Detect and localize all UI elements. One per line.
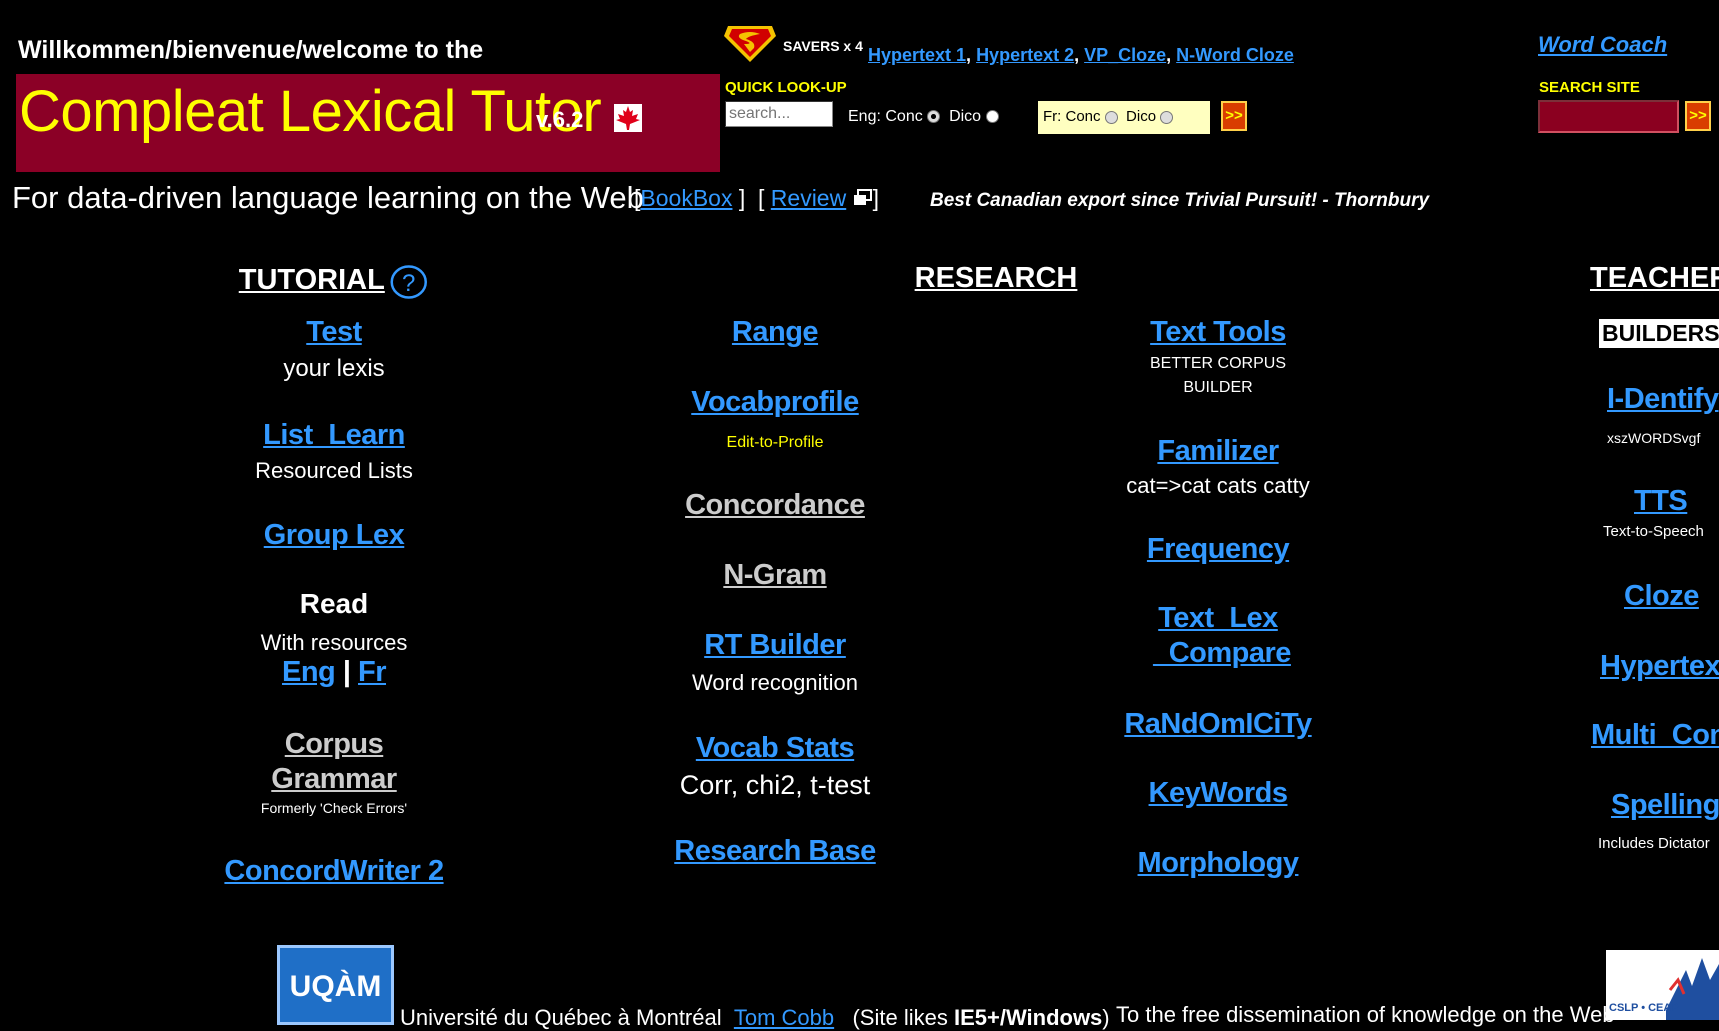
site-likes-browser: IE5+/Windows — [953, 1005, 1103, 1030]
keywords-link[interactable]: KeyWords — [1149, 777, 1288, 810]
version-label: v.6.2 — [536, 107, 584, 132]
fr-conc-label: Fr: Conc — [1043, 108, 1101, 125]
welcome-text: Willkommen/bienvenue/welcome to the — [18, 36, 484, 64]
english-options: Eng: Conc Dico — [848, 108, 999, 126]
edit-to-profile-link[interactable]: Edit-to-Profile — [727, 434, 824, 452]
uqam-logo[interactable]: UQÀM — [277, 945, 394, 1025]
randomicity-link[interactable]: RaNdOmICiTy — [1124, 708, 1312, 741]
n-word-cloze-link[interactable]: N-Word Cloze — [1176, 45, 1294, 65]
grammar-link[interactable]: Grammar — [271, 763, 397, 796]
range-link[interactable]: Range — [732, 316, 819, 349]
cloze-link[interactable]: Cloze — [1624, 580, 1699, 613]
quick-lookup-input[interactable] — [725, 101, 833, 127]
test-link[interactable]: Test — [306, 316, 362, 349]
tom-cobb-link[interactable]: Tom Cobb — [734, 1005, 834, 1030]
tutorial-heading: TUTORIAL — [238, 264, 385, 296]
text-lex-link[interactable]: Text_Lex — [1158, 602, 1278, 635]
group-lex-link[interactable]: Group Lex — [264, 519, 405, 552]
review-link[interactable]: Review — [771, 185, 846, 211]
hypertext-link[interactable]: Hypertext — [1600, 650, 1719, 683]
tutorial-heading-row: TUTORIAL ? — [239, 264, 428, 305]
footer-credits: Université du Québec à Montréal Tom Cobb… — [400, 1005, 1110, 1031]
builders-label[interactable]: BUILDERS ↓ — [1599, 319, 1719, 348]
i-dentify-subtitle: xszWORDSvgf — [1607, 430, 1701, 446]
research-heading: RESEARCH — [914, 262, 1078, 294]
familizer-subtitle: cat=>cat cats catty — [1126, 473, 1310, 498]
eng-conc-label: Eng: Conc — [848, 108, 923, 125]
fr-dico-label: Dico — [1126, 108, 1157, 125]
fr-dico-radio[interactable] — [1160, 110, 1174, 124]
hypertext-2-link[interactable]: Hypertext 2 — [976, 45, 1074, 65]
site-likes-prefix: (Site likes — [852, 1005, 948, 1030]
familizer-link[interactable]: Familizer — [1157, 435, 1279, 468]
hypertext-1-link[interactable]: Hypertext 1 — [868, 45, 966, 65]
savers-label: SAVERS x 4 — [783, 38, 863, 54]
bookbox-review-links: [BookBox ] [ Review ] — [634, 185, 879, 213]
multi-conc-link[interactable]: Multi_Conc — [1591, 719, 1719, 752]
list-learn-link[interactable]: List_Learn — [263, 419, 405, 452]
text-tools-subtitle-2: BUILDER — [1183, 379, 1253, 396]
concordance-link[interactable]: Concordance — [685, 489, 865, 522]
tts-link[interactable]: TTS — [1634, 485, 1688, 518]
fr-conc-radio[interactable] — [1104, 110, 1118, 124]
vocab-stats-subtitle: Corr, chi2, t-test — [679, 770, 871, 800]
tagline: For data-driven language learning on the… — [12, 180, 644, 215]
spelling-subtitle: Includes Dictator — [1598, 835, 1710, 852]
vocab-stats-link[interactable]: Vocab Stats — [696, 732, 855, 765]
word-coach-link[interactable]: Word Coach — [1538, 32, 1667, 58]
frequency-link[interactable]: Frequency — [1147, 533, 1290, 566]
cslp-logo-text: CSLP • CEAP — [1609, 1002, 1679, 1014]
corpus-grammar-subtitle: Formerly 'Check Errors' — [260, 800, 408, 816]
text-tools-link[interactable]: Text Tools — [1150, 316, 1286, 349]
superman-shield-icon — [724, 22, 776, 69]
cslp-logo[interactable]: CSLP • CEAP — [1606, 950, 1719, 1020]
text-tools-subtitle-1: BETTER CORPUS — [1149, 355, 1287, 372]
site-search-input[interactable] — [1538, 100, 1679, 133]
research-base-link[interactable]: Research Base — [674, 835, 876, 868]
quick-lookup-label: QUICK LOOK-UP — [725, 79, 847, 96]
eng-dico-label: Dico — [949, 108, 982, 125]
search-site-label: SEARCH SITE — [1539, 79, 1640, 96]
site-search-go-button[interactable]: >> — [1685, 101, 1711, 131]
title-banner: Compleat Lexical Tutor v.6.2 — [16, 74, 720, 172]
svg-text:?: ? — [402, 270, 415, 297]
savers-links: Hypertext 1, Hypertext 2, VP_Cloze, N-Wo… — [868, 45, 1294, 65]
vocabprofile-link[interactable]: Vocabprofile — [691, 386, 859, 419]
quote: Best Canadian export since Trivial Pursu… — [930, 190, 1430, 211]
morphology-link[interactable]: Morphology — [1138, 847, 1299, 880]
read-fr-link[interactable]: Fr — [358, 656, 387, 688]
spelling-link[interactable]: Spelling — [1611, 789, 1719, 822]
read-heading: Read — [299, 588, 369, 619]
uqam-logo-text: UQÀM — [289, 970, 382, 1003]
university-name: Université du Québec à Montréal — [400, 1005, 722, 1030]
eng-conc-radio[interactable] — [927, 110, 941, 124]
teachers-heading: TEACHERS — [1590, 262, 1719, 294]
ngram-link[interactable]: N-Gram — [723, 559, 827, 592]
i-dentify-link[interactable]: I-Dentify — [1607, 383, 1719, 416]
read-language-links: Eng | Fr — [282, 656, 387, 689]
rt-builder-link[interactable]: RT Builder — [704, 629, 846, 662]
corpus-link[interactable]: Corpus — [285, 728, 384, 761]
site-title: Compleat Lexical Tutor — [19, 79, 602, 144]
read-eng-link[interactable]: Eng — [282, 656, 336, 688]
list-learn-subtitle: Resourced Lists — [255, 458, 413, 483]
canada-flag-icon — [612, 102, 644, 139]
rt-builder-subtitle: Word recognition — [692, 670, 858, 695]
vp-cloze-link[interactable]: VP_Cloze — [1084, 45, 1166, 65]
bookbox-link[interactable]: BookBox — [640, 185, 732, 211]
separator: | — [342, 656, 351, 688]
french-options: Fr: Conc Dico — [1038, 101, 1210, 134]
compare-link[interactable]: _Compare — [1153, 637, 1291, 670]
popup-window-icon — [853, 186, 873, 213]
site-likes-suffix: ) — [1102, 1005, 1110, 1030]
read-subtitle: With resources — [260, 630, 408, 655]
quick-lookup-go-button[interactable]: >> — [1221, 101, 1247, 131]
test-subtitle: your lexis — [283, 355, 385, 382]
help-icon[interactable]: ? — [389, 264, 427, 305]
dissemination-text: To the free dissemination of knowledge o… — [1116, 1002, 1615, 1027]
eng-dico-radio[interactable] — [985, 110, 999, 124]
tts-subtitle: Text-to-Speech — [1603, 523, 1704, 540]
concordwriter-link[interactable]: ConcordWriter 2 — [224, 855, 444, 888]
